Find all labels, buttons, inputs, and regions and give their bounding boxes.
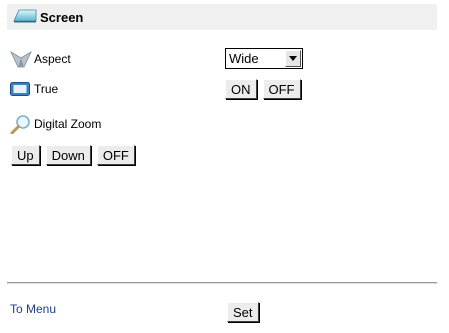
aspect-select-value: Wide: [229, 51, 259, 66]
set-button[interactable]: Set: [227, 302, 259, 322]
set-wrapper: Set: [227, 302, 259, 322]
aspect-select[interactable]: Wide: [225, 48, 303, 69]
screen-icon: [13, 9, 37, 26]
magnifier-icon: [10, 114, 34, 134]
aspect-row: Aspect: [10, 49, 71, 69]
true-icon: [10, 79, 34, 99]
page-title: Screen: [40, 9, 84, 25]
chevron-down-icon[interactable]: [285, 50, 301, 67]
true-buttons: ON OFF: [225, 79, 301, 99]
true-off-button[interactable]: OFF: [262, 79, 301, 99]
footer-divider: [7, 282, 437, 284]
to-menu-link[interactable]: To Menu: [10, 302, 56, 316]
true-row: True: [10, 79, 58, 99]
digital-zoom-row: Digital Zoom: [10, 114, 101, 134]
true-on-button[interactable]: ON: [225, 79, 257, 99]
true-label: True: [34, 82, 59, 96]
aspect-label: Aspect: [34, 52, 71, 66]
zoom-off-button[interactable]: OFF: [96, 145, 135, 165]
screen-header: Screen: [7, 4, 437, 30]
zoom-up-button[interactable]: Up: [11, 145, 40, 165]
aspect-icon: [10, 49, 34, 69]
digital-zoom-label: Digital Zoom: [34, 117, 102, 131]
zoom-buttons: Up Down OFF: [11, 145, 135, 165]
zoom-down-button[interactable]: Down: [45, 145, 91, 165]
